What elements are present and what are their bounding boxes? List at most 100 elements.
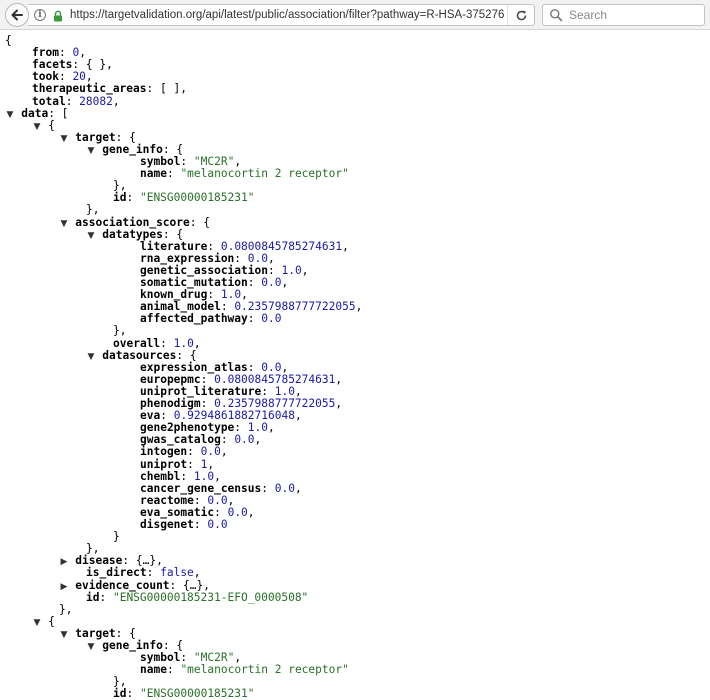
json-punctuation: : bbox=[207, 288, 221, 302]
collapse-toggle-icon[interactable]: ▼ bbox=[87, 230, 96, 242]
collapse-toggle-icon[interactable]: ▼ bbox=[87, 145, 96, 157]
json-punctuation: : bbox=[126, 687, 140, 700]
json-string-value: "MC2R" bbox=[193, 651, 235, 665]
json-number-value: 0.0 bbox=[261, 276, 282, 289]
back-button[interactable] bbox=[5, 3, 29, 27]
json-key: reactome bbox=[140, 493, 194, 507]
json-viewer: {from: 0, facets: { }, took: 20, therapeuti… bbox=[0, 31, 710, 700]
json-punctuation: : bbox=[180, 469, 194, 483]
json-line: disgenet: 0.0 bbox=[140, 519, 228, 531]
json-number-value: 0.0 bbox=[200, 445, 221, 459]
json-number-value: 0.0 bbox=[247, 251, 268, 265]
json-key: somatic_mutation bbox=[140, 276, 248, 289]
collapse-toggle-icon[interactable]: ▼ bbox=[60, 218, 69, 230]
back-arrow-icon bbox=[11, 9, 23, 21]
json-punctuation: { bbox=[48, 118, 55, 132]
json-line[interactable]: ▼ { bbox=[33, 615, 55, 629]
info-icon[interactable]: i bbox=[34, 9, 46, 21]
json-punctuation: }, bbox=[86, 542, 100, 556]
json-key: name bbox=[140, 167, 167, 181]
json-punctuation: : bbox=[220, 433, 235, 447]
json-punctuation: , bbox=[268, 251, 275, 265]
json-punctuation: }, bbox=[59, 602, 73, 616]
collapse-toggle-icon[interactable]: ▼ bbox=[33, 617, 42, 629]
json-key: uniprot bbox=[140, 457, 188, 471]
collapse-toggle-icon[interactable]: ▼ bbox=[87, 351, 96, 363]
json-punctuation: , bbox=[281, 360, 289, 374]
json-line: affected_pathway: 0.0 bbox=[140, 313, 281, 325]
json-punctuation: : { bbox=[176, 348, 197, 362]
json-string-value: "melanocortin 2 receptor" bbox=[180, 167, 349, 181]
json-line: name: "melanocortin 2 receptor" bbox=[140, 168, 349, 180]
json-punctuation: , bbox=[234, 651, 242, 665]
json-number-value: 0.9294861882716048 bbox=[173, 409, 295, 423]
browser-toolbar: i https://targetvalidation.org/api/lates… bbox=[0, 0, 710, 30]
reload-button[interactable] bbox=[507, 5, 534, 25]
json-key: expression_atlas bbox=[140, 360, 248, 374]
search-bar[interactable]: Search bbox=[542, 4, 705, 26]
json-punctuation: { bbox=[5, 34, 12, 47]
json-number-value: 1.0 bbox=[247, 421, 268, 435]
json-punctuation: : bbox=[160, 336, 174, 350]
json-key: therapeutic_areas bbox=[32, 82, 147, 96]
json-key: name bbox=[140, 663, 167, 677]
url-bar[interactable]: i https://targetvalidation.org/api/lates… bbox=[28, 4, 535, 26]
collapse-toggle-icon[interactable]: ▼ bbox=[60, 133, 69, 145]
json-key: eva_somatic bbox=[140, 505, 215, 519]
expand-toggle-icon[interactable]: ▶ bbox=[60, 556, 69, 568]
json-key: gene2phenotype bbox=[140, 421, 235, 435]
json-punctuation: , bbox=[254, 433, 262, 447]
json-key: rna_expression bbox=[140, 251, 235, 265]
collapse-toggle-icon[interactable]: ▼ bbox=[60, 629, 69, 641]
reload-icon bbox=[516, 10, 526, 20]
json-punctuation: : bbox=[261, 384, 275, 398]
json-number-value: 20 bbox=[72, 70, 86, 84]
expand-toggle-icon[interactable]: ▶ bbox=[60, 581, 69, 593]
lock-icon bbox=[52, 9, 64, 22]
json-line: }, bbox=[59, 602, 73, 616]
json-punctuation: : bbox=[58, 70, 73, 84]
json-number-value: 0.0 bbox=[261, 360, 282, 374]
json-number-value: 0.0 bbox=[274, 481, 295, 495]
json-key: europepmc bbox=[140, 372, 201, 386]
json-number-value: 0.0800845785274631 bbox=[214, 372, 336, 386]
json-key: symbol bbox=[140, 155, 181, 168]
json-key: datasources bbox=[102, 348, 177, 362]
json-number-value: 0.0 bbox=[207, 493, 228, 507]
json-key: evidence_count bbox=[75, 578, 170, 592]
json-punctuation: : bbox=[267, 263, 282, 277]
json-line: id: "ENSG00000185231" bbox=[113, 688, 254, 700]
json-punctuation: , bbox=[214, 469, 221, 483]
json-number-value: 0.0800845785274631 bbox=[220, 239, 343, 253]
json-punctuation: : bbox=[193, 493, 208, 507]
json-punctuation: , bbox=[112, 94, 120, 108]
json-line[interactable]: ▼ data: [ bbox=[6, 107, 69, 121]
json-key: cancer_gene_census bbox=[140, 481, 262, 495]
search-input[interactable]: Search bbox=[569, 8, 607, 22]
url-text[interactable]: https://targetvalidation.org/api/latest/… bbox=[70, 9, 507, 21]
json-line: id: "ENSG00000185231-EFO_0000508" bbox=[86, 590, 309, 604]
json-punctuation: , bbox=[247, 505, 255, 519]
json-punctuation: : bbox=[166, 167, 181, 181]
json-punctuation: : bbox=[247, 312, 262, 326]
json-number-value: 1.0 bbox=[220, 288, 242, 302]
collapse-toggle-icon[interactable]: ▼ bbox=[87, 641, 96, 653]
json-punctuation: : { }, bbox=[72, 58, 113, 72]
json-key: genetic_association bbox=[140, 263, 268, 277]
json-punctuation: : { bbox=[162, 142, 184, 156]
json-punctuation: : bbox=[126, 191, 140, 205]
json-punctuation: , bbox=[268, 421, 275, 435]
json-number-value: 0.0 bbox=[261, 312, 282, 326]
json-key: known_drug bbox=[140, 288, 208, 302]
collapse-toggle-icon[interactable]: ▼ bbox=[6, 109, 15, 121]
json-key: uniprot_literature bbox=[140, 384, 262, 398]
collapse-toggle-icon[interactable]: ▼ bbox=[33, 121, 42, 133]
json-string-value: "ENSG00000185231-EFO_0000508" bbox=[112, 590, 309, 604]
json-punctuation: : { bbox=[162, 227, 184, 241]
json-punctuation: : bbox=[220, 300, 235, 314]
json-key: gene_info bbox=[102, 142, 163, 156]
json-key: overall bbox=[113, 336, 161, 350]
json-line[interactable]: ▼ { bbox=[33, 118, 55, 133]
json-punctuation: , bbox=[281, 276, 289, 289]
json-punctuation: : [ ], bbox=[146, 82, 187, 96]
